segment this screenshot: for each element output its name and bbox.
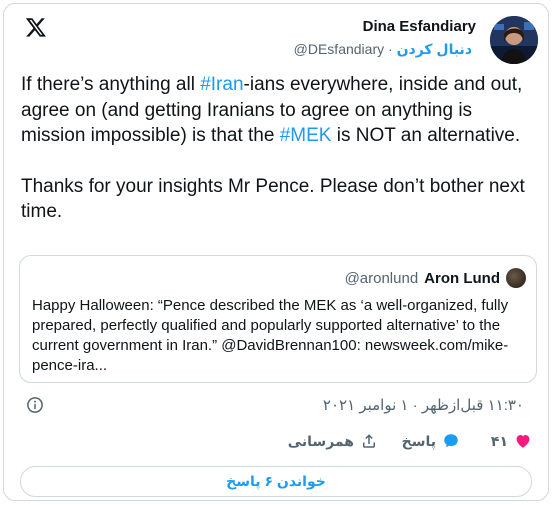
quoted-tweet[interactable]: @aronlund Aron Lund Happy Halloween: “Pe… bbox=[19, 255, 537, 383]
tweet-timestamp[interactable]: ۱۱:۳۰ قبل‌ازظهر · ۱ نوامبر ۲۰۲۱ bbox=[323, 396, 524, 414]
reply-button[interactable]: پاسخ bbox=[402, 432, 460, 450]
separator-dot: · bbox=[388, 41, 393, 57]
tweet-text-segment: If there’s anything all bbox=[21, 74, 201, 95]
author-handle[interactable]: @DEsfandiary bbox=[294, 41, 384, 57]
share-button[interactable]: همرسانی bbox=[288, 432, 378, 450]
like-count: ۴۱ bbox=[490, 432, 508, 449]
tweet-card: Dina Esfandiary @DEsfandiary · دنبال کرد… bbox=[3, 3, 549, 501]
action-bar: ۴۱ پاسخ همرسانی bbox=[4, 432, 550, 454]
reply-bubble-icon bbox=[444, 434, 458, 448]
tweet-paragraph-2: Thanks for your insights Mr Pence. Pleas… bbox=[21, 175, 525, 223]
tweet-text-segment: is NOT an alternative. bbox=[331, 125, 521, 146]
quoted-tweet-text: Happy Halloween: “Pence described the ME… bbox=[32, 297, 509, 374]
quoted-author-handle: @aronlund bbox=[344, 269, 419, 287]
author-avatar[interactable] bbox=[490, 16, 538, 64]
heart-icon bbox=[516, 435, 530, 448]
quoted-tweet-header: @aronlund Aron Lund bbox=[345, 268, 526, 288]
follow-button[interactable]: دنبال کردن bbox=[397, 41, 472, 57]
tweet-paragraph-1: If there’s anything all #Iran-ians every… bbox=[21, 72, 531, 149]
quoted-author-avatar bbox=[506, 268, 526, 288]
hashtag-mek-link[interactable]: #MEK bbox=[280, 125, 332, 146]
share-label: همرسانی bbox=[287, 432, 354, 449]
info-icon[interactable] bbox=[26, 396, 44, 414]
x-logo-icon[interactable] bbox=[25, 16, 47, 38]
read-replies-button[interactable]: خواندن ۶ پاسخ bbox=[20, 466, 532, 497]
hashtag-iran-link[interactable]: #Iran bbox=[200, 74, 243, 95]
author-block: Dina Esfandiary @DEsfandiary · دنبال کرد… bbox=[294, 18, 476, 58]
tweet-text: If there’s anything all #Iran-ians every… bbox=[21, 72, 531, 225]
author-name[interactable]: Dina Esfandiary bbox=[294, 18, 476, 35]
author-subline: @DEsfandiary · دنبال کردن bbox=[294, 41, 476, 58]
like-button[interactable]: ۴۱ bbox=[491, 432, 532, 450]
quoted-author-name: Aron Lund bbox=[424, 269, 500, 287]
share-upload-icon bbox=[363, 434, 375, 448]
reply-label: پاسخ bbox=[401, 432, 436, 449]
avatar-image bbox=[490, 16, 538, 64]
